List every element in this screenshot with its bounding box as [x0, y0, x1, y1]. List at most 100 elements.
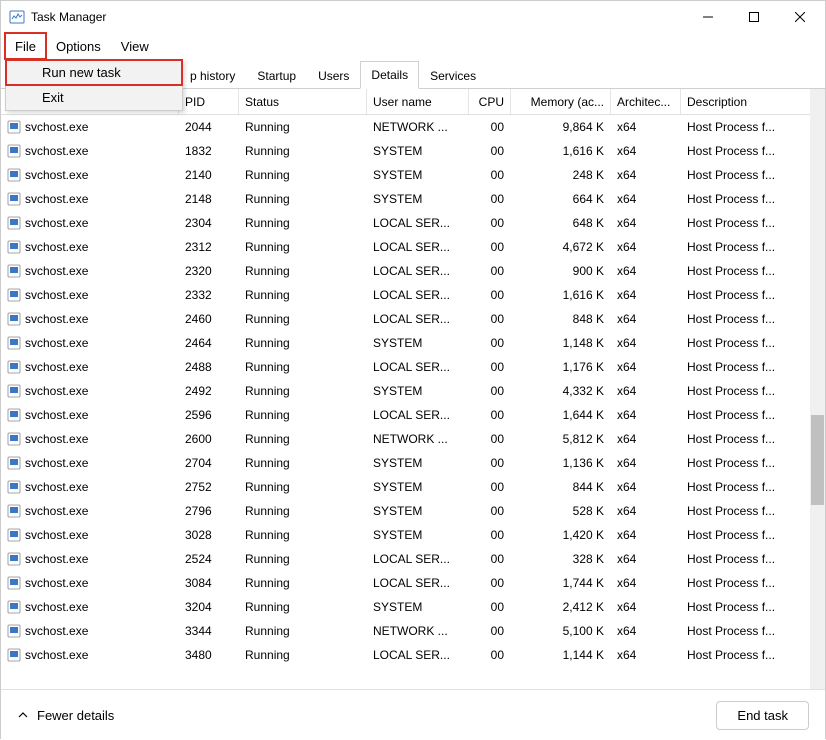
table-row[interactable]: svchost.exe2524RunningLOCAL SER...00328 …	[1, 547, 825, 571]
cell-memory: 844 K	[511, 475, 611, 499]
table-row[interactable]: svchost.exe2320RunningLOCAL SER...00900 …	[1, 259, 825, 283]
tab-details[interactable]: Details	[360, 61, 419, 89]
col-header-arch[interactable]: Architec...	[611, 89, 681, 114]
tab-startup[interactable]: Startup	[246, 62, 307, 89]
table-row[interactable]: svchost.exe2304RunningLOCAL SER...00648 …	[1, 211, 825, 235]
app-icon	[9, 9, 25, 25]
table-row[interactable]: svchost.exe2704RunningSYSTEM001,136 Kx64…	[1, 451, 825, 475]
cell-arch: x64	[611, 403, 681, 427]
cell-desc: Host Process f...	[681, 499, 811, 523]
cell-cpu: 00	[469, 379, 511, 403]
process-icon	[7, 408, 21, 422]
col-header-cpu[interactable]: CPU	[469, 89, 511, 114]
cell-desc: Host Process f...	[681, 595, 811, 619]
table-row[interactable]: svchost.exe2492RunningSYSTEM004,332 Kx64…	[1, 379, 825, 403]
cell-user: NETWORK ...	[367, 619, 469, 643]
process-icon	[7, 216, 21, 230]
table-body[interactable]: svchost.exe2044RunningNETWORK ...009,864…	[1, 115, 825, 689]
menu-view[interactable]: View	[111, 33, 159, 59]
cell-pid: 3480	[179, 643, 239, 667]
end-task-button[interactable]: End task	[716, 701, 809, 730]
process-icon	[7, 144, 21, 158]
table-row[interactable]: svchost.exe2796RunningSYSTEM00528 Kx64Ho…	[1, 499, 825, 523]
table-row[interactable]: svchost.exe2488RunningLOCAL SER...001,17…	[1, 355, 825, 379]
menu-exit[interactable]: Exit	[6, 85, 182, 110]
vertical-scrollbar[interactable]	[810, 89, 825, 689]
minimize-button[interactable]	[685, 1, 731, 33]
close-button[interactable]	[777, 1, 823, 33]
table-row[interactable]: svchost.exe3028RunningSYSTEM001,420 Kx64…	[1, 523, 825, 547]
col-header-user[interactable]: User name	[367, 89, 469, 114]
table-row[interactable]: svchost.exe2596RunningLOCAL SER...001,64…	[1, 403, 825, 427]
table-row[interactable]: svchost.exe2148RunningSYSTEM00664 Kx64Ho…	[1, 187, 825, 211]
cell-name: svchost.exe	[1, 403, 179, 427]
maximize-button[interactable]	[731, 1, 777, 33]
tab-services[interactable]: Services	[419, 62, 487, 89]
cell-desc: Host Process f...	[681, 187, 811, 211]
process-icon	[7, 624, 21, 638]
cell-desc: Host Process f...	[681, 211, 811, 235]
table-row[interactable]: svchost.exe3480RunningLOCAL SER...001,14…	[1, 643, 825, 667]
cell-arch: x64	[611, 475, 681, 499]
cell-status: Running	[239, 619, 367, 643]
cell-cpu: 00	[469, 163, 511, 187]
process-icon	[7, 576, 21, 590]
table-row[interactable]: svchost.exe1832RunningSYSTEM001,616 Kx64…	[1, 139, 825, 163]
table-row[interactable]: svchost.exe3204RunningSYSTEM002,412 Kx64…	[1, 595, 825, 619]
cell-status: Running	[239, 499, 367, 523]
cell-user: SYSTEM	[367, 451, 469, 475]
scrollbar-thumb[interactable]	[811, 415, 824, 505]
process-icon	[7, 120, 21, 134]
cell-memory: 4,332 K	[511, 379, 611, 403]
table-row[interactable]: svchost.exe3344RunningNETWORK ...005,100…	[1, 619, 825, 643]
cell-arch: x64	[611, 427, 681, 451]
table-row[interactable]: svchost.exe3084RunningLOCAL SER...001,74…	[1, 571, 825, 595]
cell-arch: x64	[611, 547, 681, 571]
table-row[interactable]: svchost.exe2332RunningLOCAL SER...001,61…	[1, 283, 825, 307]
cell-name: svchost.exe	[1, 163, 179, 187]
cell-name: svchost.exe	[1, 235, 179, 259]
cell-user: SYSTEM	[367, 475, 469, 499]
col-header-desc[interactable]: Description	[681, 89, 811, 114]
cell-name: svchost.exe	[1, 187, 179, 211]
cell-pid: 3028	[179, 523, 239, 547]
cell-name: svchost.exe	[1, 283, 179, 307]
cell-cpu: 00	[469, 619, 511, 643]
cell-cpu: 00	[469, 307, 511, 331]
cell-arch: x64	[611, 379, 681, 403]
menu-options[interactable]: Options	[46, 33, 111, 59]
cell-pid: 2488	[179, 355, 239, 379]
menu-run-new-task[interactable]: Run new task	[6, 60, 182, 85]
col-header-pid[interactable]: PID	[179, 89, 239, 114]
cell-pid: 2524	[179, 547, 239, 571]
cell-pid: 2332	[179, 283, 239, 307]
cell-name: svchost.exe	[1, 307, 179, 331]
cell-desc: Host Process f...	[681, 139, 811, 163]
cell-arch: x64	[611, 187, 681, 211]
tab-users[interactable]: Users	[307, 62, 360, 89]
table-row[interactable]: svchost.exe2044RunningNETWORK ...009,864…	[1, 115, 825, 139]
titlebar: Task Manager	[1, 1, 825, 33]
cell-user: SYSTEM	[367, 499, 469, 523]
cell-user: LOCAL SER...	[367, 571, 469, 595]
menu-file[interactable]: File	[5, 33, 46, 59]
cell-name: svchost.exe	[1, 547, 179, 571]
table-row[interactable]: svchost.exe2140RunningSYSTEM00248 Kx64Ho…	[1, 163, 825, 187]
table-row[interactable]: svchost.exe2460RunningLOCAL SER...00848 …	[1, 307, 825, 331]
cell-status: Running	[239, 187, 367, 211]
cell-user: LOCAL SER...	[367, 307, 469, 331]
cell-desc: Host Process f...	[681, 451, 811, 475]
col-header-memory[interactable]: Memory (ac...	[511, 89, 611, 114]
col-header-status[interactable]: Status	[239, 89, 367, 114]
cell-pid: 2460	[179, 307, 239, 331]
window-controls	[685, 1, 823, 33]
cell-user: LOCAL SER...	[367, 283, 469, 307]
fewer-details-toggle[interactable]: Fewer details	[17, 708, 114, 723]
cell-pid: 2320	[179, 259, 239, 283]
cell-pid: 1832	[179, 139, 239, 163]
table-row[interactable]: svchost.exe2752RunningSYSTEM00844 Kx64Ho…	[1, 475, 825, 499]
cell-arch: x64	[611, 115, 681, 139]
table-row[interactable]: svchost.exe2312RunningLOCAL SER...004,67…	[1, 235, 825, 259]
table-row[interactable]: svchost.exe2600RunningNETWORK ...005,812…	[1, 427, 825, 451]
table-row[interactable]: svchost.exe2464RunningSYSTEM001,148 Kx64…	[1, 331, 825, 355]
